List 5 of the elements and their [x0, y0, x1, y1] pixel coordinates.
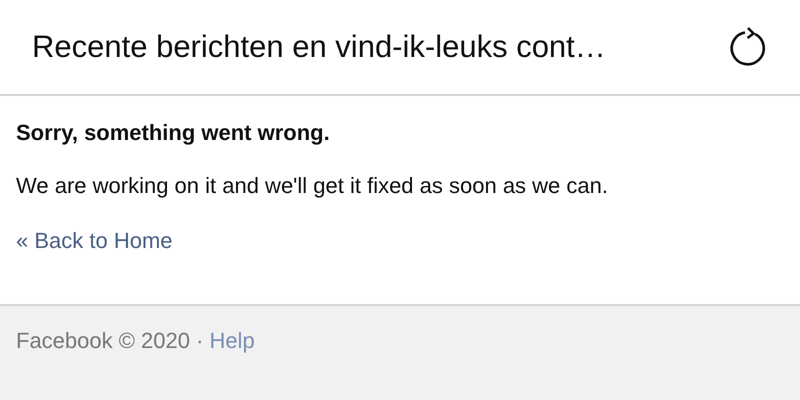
error-heading: Sorry, something went wrong. — [16, 119, 330, 147]
page-title: Recente berichten en vind-ik-leuks cont… — [32, 28, 606, 66]
back-link[interactable]: « Back to Home — [16, 224, 173, 257]
error-message: We are working on it and we'll get it fixed as soon as we can. — [16, 172, 608, 200]
copyright-text: Facebook © 2020 · — [16, 327, 204, 355]
